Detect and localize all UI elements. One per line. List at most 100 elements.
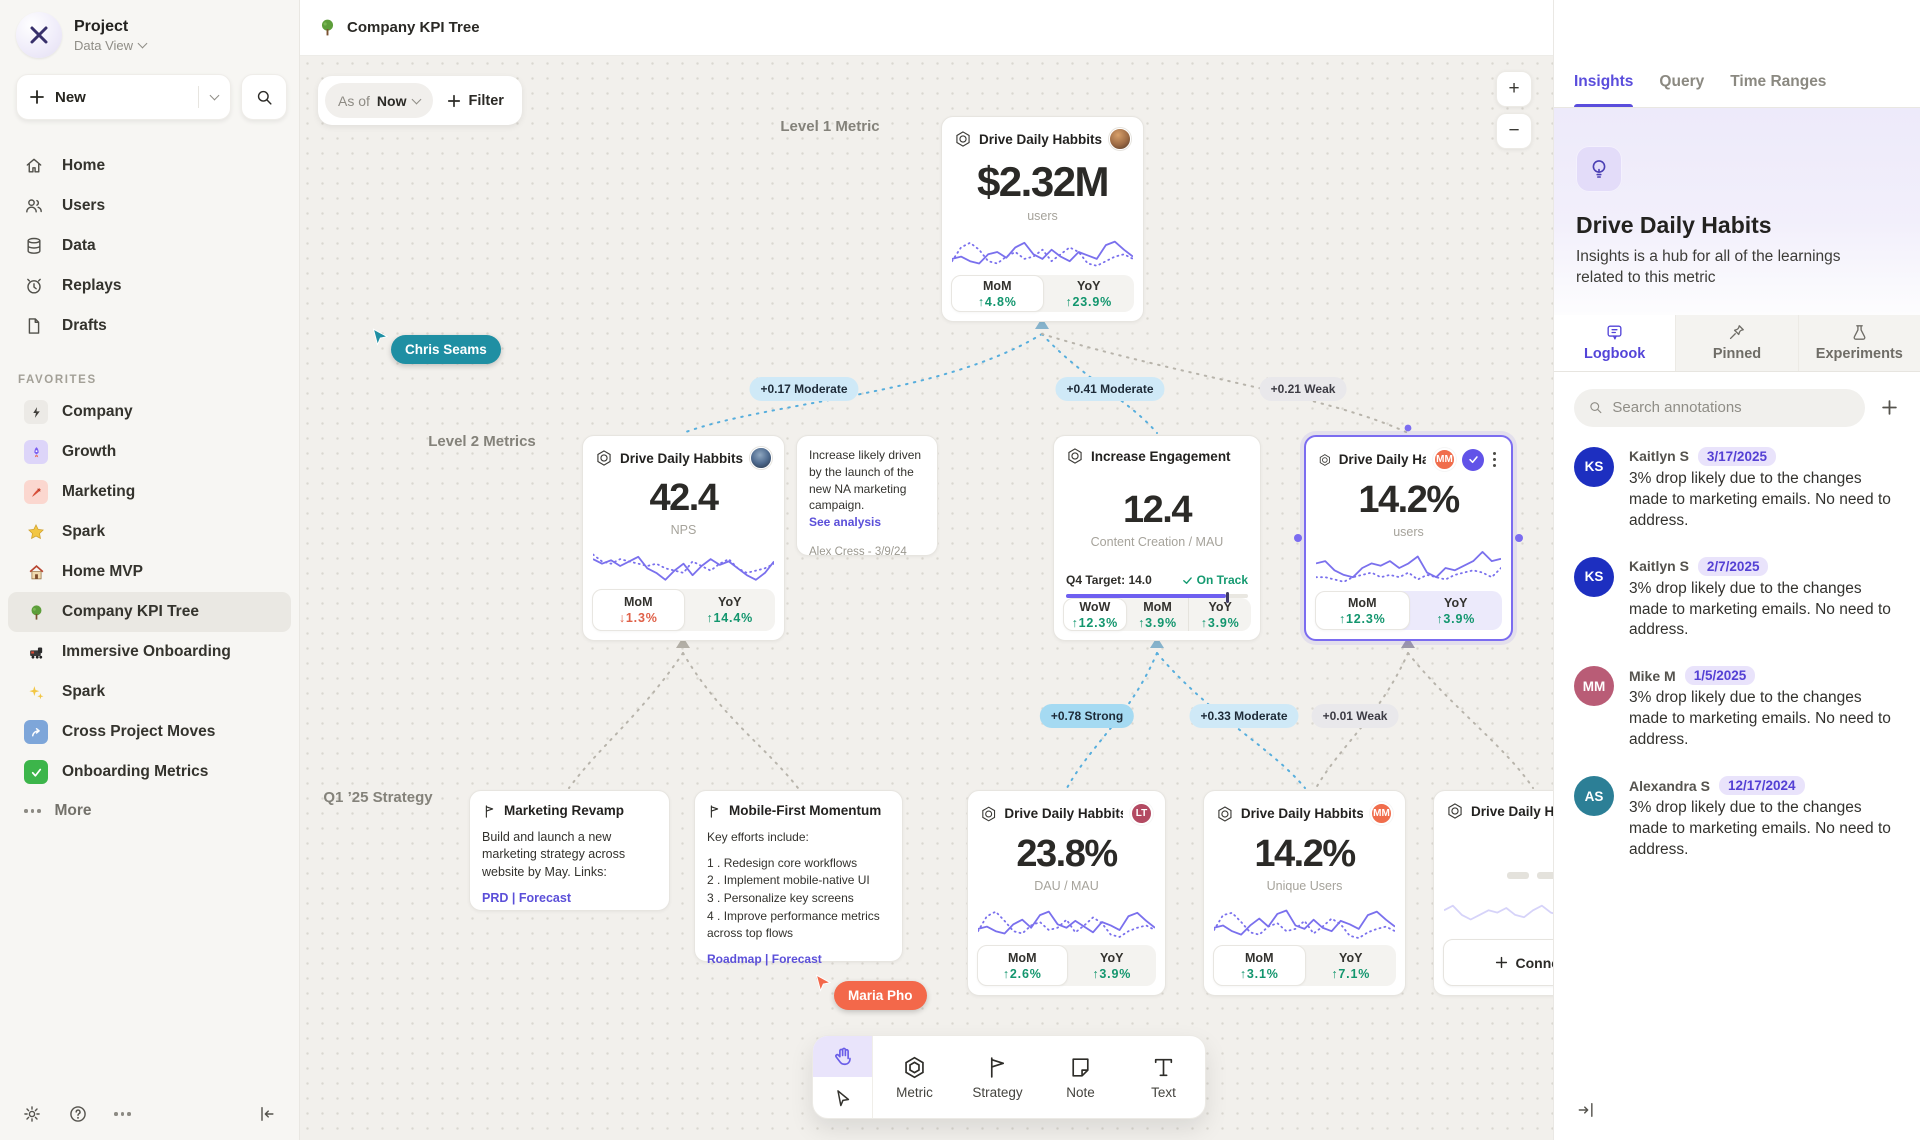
settings-button[interactable] bbox=[20, 1102, 44, 1126]
roadmap-link[interactable]: Roadmap bbox=[707, 952, 762, 966]
metric-card-unique-users[interactable]: Drive Daily Habbits MM 14.2% Unique User… bbox=[1203, 790, 1406, 996]
hand-tool-button[interactable] bbox=[813, 1036, 872, 1077]
annotation-entry[interactable]: MM Mike M1/5/2025 3% drop likely due to … bbox=[1574, 666, 1900, 751]
sidebar-item-home-mvp[interactable]: Home MVP bbox=[8, 552, 291, 592]
sidebar-more-actions-button[interactable] bbox=[112, 1110, 133, 1118]
hand-icon bbox=[832, 1046, 854, 1068]
chevron-down-icon bbox=[412, 94, 422, 104]
sidebar-item-growth[interactable]: Growth bbox=[8, 432, 291, 472]
annotation-entry[interactable]: AS Alexandra S12/17/2024 3% drop likely … bbox=[1574, 776, 1900, 861]
sidebar-item-company-kpi-tree[interactable]: Company KPI Tree bbox=[8, 592, 291, 632]
as-of-selector[interactable]: As of Now bbox=[325, 83, 433, 118]
sidebar-item-replays[interactable]: Replays bbox=[0, 266, 299, 306]
avatar: KS bbox=[1574, 557, 1614, 597]
metric-icon bbox=[1318, 451, 1332, 469]
sidebar-item-company[interactable]: Company bbox=[8, 392, 291, 432]
card-menu-button[interactable] bbox=[1490, 450, 1499, 469]
collapse-right-icon bbox=[1576, 1100, 1596, 1120]
card-footer: MoM↑2.6% YoY↑3.9% bbox=[977, 945, 1156, 986]
sidebar-item-immersive-onboarding[interactable]: Immersive Onboarding bbox=[8, 632, 291, 672]
collapse-sidebar-button[interactable] bbox=[255, 1102, 279, 1126]
metric-card-partial[interactable]: Drive Daily Hab Connect bbox=[1433, 790, 1553, 996]
subtab-logbook[interactable]: Logbook bbox=[1554, 315, 1675, 371]
add-annotation-button[interactable] bbox=[1879, 397, 1900, 418]
sidebar-more-button[interactable]: More bbox=[8, 794, 291, 828]
select-tool-button[interactable] bbox=[813, 1077, 872, 1118]
card-footer: MoM↓1.3% YoY↑14.4% bbox=[592, 589, 775, 631]
metric-card-drive-daily-habits-selected[interactable]: Drive Daily Habb.. MM 14.2% users MoM↑12… bbox=[1304, 435, 1513, 641]
lightbulb-icon bbox=[1576, 146, 1622, 192]
q1-strategy-label: Q1 ’25 Strategy bbox=[323, 789, 432, 806]
metric-card-dau-mau[interactable]: Drive Daily Habbits LT 23.8% DAU / MAU M… bbox=[967, 790, 1166, 996]
project-switcher[interactable]: Project Data View bbox=[0, 0, 299, 58]
sidebar-item-spark-sparkles[interactable]: Spark bbox=[8, 672, 291, 712]
metric-card-drive-daily-habits-nps[interactable]: Drive Daily Habbits 42.4 NPS MoM↓1.3% Yo… bbox=[582, 435, 785, 641]
annotation-content: Mike M1/5/2025 3% drop likely due to the… bbox=[1629, 666, 1900, 751]
sidebar-footer bbox=[0, 1088, 299, 1140]
zoom-in-button[interactable]: + bbox=[1496, 71, 1532, 107]
sidebar-item-drafts[interactable]: Drafts bbox=[0, 306, 299, 346]
subtab-experiments[interactable]: Experiments bbox=[1798, 315, 1920, 371]
sidebar-item-marketing[interactable]: Marketing bbox=[8, 472, 291, 512]
target-label: Q4 Target: 14.0 bbox=[1066, 573, 1152, 587]
insight-subtabs: Logbook Pinned Experiments bbox=[1554, 315, 1920, 372]
card-footer: WoW↑12.3% MoM↑3.9% YoY↑3.9% bbox=[1063, 598, 1251, 631]
flag-icon bbox=[482, 804, 497, 819]
cursor-name-label: Chris Seams bbox=[391, 335, 501, 364]
tab-query[interactable]: Query bbox=[1659, 56, 1704, 107]
sidebar-item-cross-project-moves[interactable]: Cross Project Moves bbox=[8, 712, 291, 752]
database-icon bbox=[24, 236, 44, 256]
favorite-label: Immersive Onboarding bbox=[62, 643, 231, 661]
collaborator-badge: MM bbox=[1370, 802, 1393, 825]
metric-tool-button[interactable]: Metric bbox=[873, 1036, 956, 1118]
strategy-tool-button[interactable]: Strategy bbox=[956, 1036, 1039, 1118]
sidebar-item-users[interactable]: Users bbox=[0, 186, 299, 226]
project-view-selector[interactable]: Data View bbox=[74, 38, 146, 53]
owner-avatar bbox=[750, 447, 772, 469]
tool-label: Strategy bbox=[972, 1085, 1022, 1100]
house-icon bbox=[24, 560, 48, 584]
note-tool-button[interactable]: Note bbox=[1039, 1036, 1122, 1118]
metric-card-increase-engagement[interactable]: Increase Engagement 12.4 Content Creatio… bbox=[1053, 435, 1261, 641]
connect-button[interactable]: Connect bbox=[1443, 939, 1553, 986]
annotation-entry[interactable]: KS Kaitlyn S2/7/2025 3% drop likely due … bbox=[1574, 557, 1900, 642]
new-button[interactable]: New bbox=[16, 74, 231, 120]
sidebar-item-data[interactable]: Data bbox=[0, 226, 299, 266]
forecast-link[interactable]: Forecast bbox=[519, 891, 571, 905]
annotation-note[interactable]: Increase likely driven by the launch of … bbox=[796, 435, 938, 556]
annotation-search[interactable] bbox=[1574, 389, 1865, 427]
kpi-tree-canvas[interactable]: As of Now Filter + − Level 1 Metric Leve… bbox=[300, 56, 1553, 1140]
strategy-note-mobile-first[interactable]: Mobile-First Momentum Key efforts includ… bbox=[694, 790, 903, 962]
search-annotations-input[interactable] bbox=[1612, 399, 1851, 416]
flag-icon bbox=[707, 804, 722, 819]
strategy-note-marketing-revamp[interactable]: Marketing Revamp Build and launch a new … bbox=[469, 790, 670, 911]
help-button[interactable] bbox=[66, 1102, 90, 1126]
text-tool-button[interactable]: Text bbox=[1122, 1036, 1205, 1118]
annotation-entry[interactable]: KS Kaitlyn S3/17/2025 3% drop likely due… bbox=[1574, 447, 1900, 532]
favorite-label: Spark bbox=[62, 523, 105, 541]
rocket-icon bbox=[24, 440, 48, 464]
prd-link[interactable]: PRD bbox=[482, 891, 508, 905]
sidebar-item-spark-star[interactable]: Spark bbox=[8, 512, 291, 552]
subtab-pinned[interactable]: Pinned bbox=[1675, 315, 1797, 371]
zoom-out-button[interactable]: − bbox=[1496, 113, 1532, 149]
sidebar-search-button[interactable] bbox=[241, 74, 287, 120]
filter-button[interactable]: Filter bbox=[439, 93, 511, 109]
tab-time-ranges[interactable]: Time Ranges bbox=[1730, 56, 1826, 107]
note-list: Redesign core workflows Implement mobile… bbox=[707, 855, 890, 942]
tab-insights[interactable]: Insights bbox=[1574, 56, 1633, 107]
forecast-link[interactable]: Forecast bbox=[772, 952, 822, 966]
favorite-label: Growth bbox=[62, 443, 116, 461]
edge-weight-badge: +0.41 Moderate bbox=[1055, 377, 1164, 401]
sidebar-item-home[interactable]: Home bbox=[0, 146, 299, 186]
see-analysis-link[interactable]: See analysis bbox=[809, 515, 881, 529]
plus-icon bbox=[1495, 956, 1508, 969]
collapse-panel-button[interactable] bbox=[1574, 1098, 1598, 1122]
plus-icon bbox=[447, 94, 461, 108]
metric-card-drive-daily-habits-l1[interactable]: Drive Daily Habbits $2.32M users MoM↑4.8… bbox=[941, 116, 1144, 322]
sidebar-item-onboarding-metrics[interactable]: Onboarding Metrics bbox=[8, 752, 291, 792]
avatar: MM bbox=[1574, 666, 1614, 706]
card-title: Drive Daily Habbits bbox=[1241, 806, 1363, 821]
arrow-up-right-icon bbox=[24, 720, 48, 744]
list-item: Personalize key screens bbox=[707, 890, 890, 907]
